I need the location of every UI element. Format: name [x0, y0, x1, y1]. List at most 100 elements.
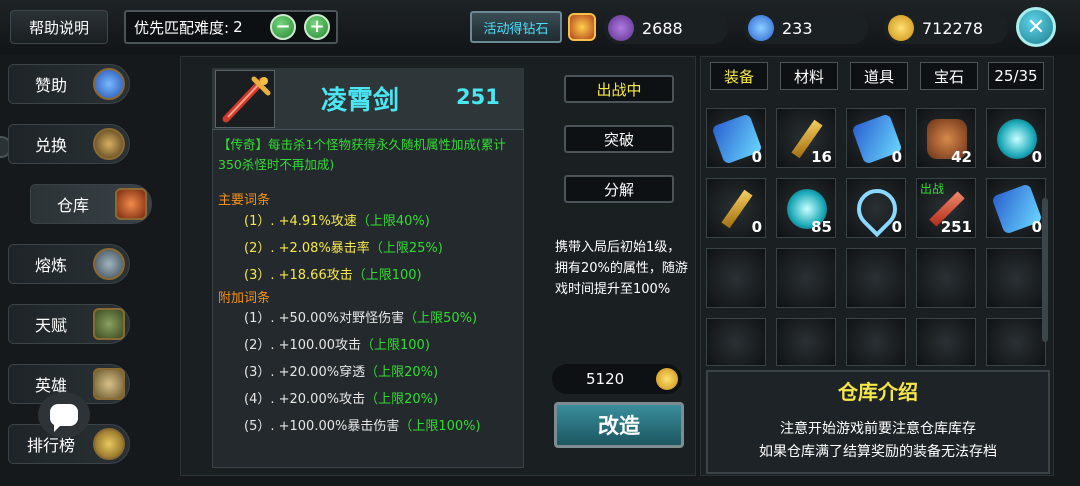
- affix-cap: （上限100): [361, 338, 430, 353]
- close-button[interactable]: ✕: [1016, 7, 1056, 47]
- sidebar-item-label: 兑换: [34, 136, 67, 155]
- sidebar-item-label: 天赋: [34, 316, 67, 335]
- slot-count: 0: [1031, 218, 1042, 236]
- empty-slot[interactable]: [986, 248, 1046, 308]
- sword-coin-value: 2688: [642, 18, 683, 38]
- empty-slot[interactable]: [706, 318, 766, 366]
- affix-cap: （上限20%): [365, 365, 439, 380]
- chat-button[interactable]: [38, 392, 90, 438]
- gold-coin-icon: [656, 368, 678, 390]
- equipped-button[interactable]: 出战中: [564, 75, 674, 103]
- sidebar-item-sponsor[interactable]: 赞助: [8, 64, 130, 104]
- tab-gems[interactable]: 宝石: [920, 62, 978, 90]
- inventory-slot[interactable]: 0: [846, 108, 906, 168]
- inventory-slot[interactable]: 42: [916, 108, 976, 168]
- chat-icon: [50, 404, 78, 432]
- legendary-effect-text: 【传奇】每击杀1个怪物获得永久随机属性加成(累计350杀怪时不再加成): [218, 137, 506, 172]
- carry-description: 携带入局后初始1级，拥有20%的属性，随游戏时间提升至100%: [555, 240, 688, 297]
- affix-value: (2）. +100.00攻击: [244, 338, 361, 353]
- gold-coin-icon: [888, 15, 914, 41]
- sidebar-item-smelt[interactable]: 熔炼: [8, 244, 130, 284]
- inventory-slot[interactable]: 0: [986, 108, 1046, 168]
- hero-scroll-icon: [93, 368, 125, 400]
- affix-cap: （上限100%): [399, 419, 481, 434]
- reforge-cost: 5120: [552, 364, 682, 394]
- help-button[interactable]: 帮助说明: [10, 10, 108, 44]
- difficulty-label: 优先匹配难度:: [134, 18, 230, 37]
- affix-cap: （上限100): [352, 268, 422, 283]
- main-affix-2: (2）. +2.08%暴击率（上限25%): [244, 237, 443, 256]
- diamond-value: 233: [782, 18, 813, 38]
- slot-count: 85: [811, 218, 832, 236]
- decrease-difficulty-button[interactable]: −: [270, 14, 296, 40]
- warehouse-info-title: 仓库介绍: [838, 380, 918, 404]
- rank-medal-icon[interactable]: [568, 13, 596, 41]
- tab-materials[interactable]: 材料: [780, 62, 838, 90]
- empty-slot[interactable]: [846, 248, 906, 308]
- slot-count: 0: [891, 148, 902, 166]
- item-name: 凌霄剑: [320, 86, 399, 116]
- reforge-button[interactable]: 改造: [554, 402, 684, 448]
- slot-count: 42: [951, 148, 972, 166]
- tab-items[interactable]: 道具: [850, 62, 908, 90]
- gold-counter: 712278: [884, 12, 1008, 44]
- item-level: 251: [456, 85, 500, 109]
- golden-staff-icon: [721, 189, 753, 229]
- affix-cap: （上限50%): [404, 311, 478, 326]
- main-affix-title: 主要词条: [218, 193, 271, 208]
- sidebar-item-label: 熔炼: [34, 256, 67, 275]
- extra-affix-1: (1）. +50.00%对野怪伤害（上限50%): [244, 307, 477, 326]
- sidebar-item-exchange[interactable]: 兑换: [8, 124, 130, 164]
- sidebar-item-warehouse[interactable]: 仓库: [30, 184, 152, 224]
- affix-value: (3）. +18.66攻击: [244, 268, 353, 283]
- empty-slot[interactable]: [776, 318, 836, 366]
- empty-slot[interactable]: [916, 248, 976, 308]
- inventory-slot[interactable]: 0: [846, 178, 906, 238]
- exchange-icon: [93, 128, 125, 160]
- extra-affix-3: (3）. +20.00%穿透（上限20%): [244, 361, 438, 380]
- inventory-slot[interactable]: 0: [706, 108, 766, 168]
- main-affix-3: (3）. +18.66攻击（上限100): [244, 264, 422, 283]
- gold-value: 712278: [922, 18, 984, 38]
- inventory-slot[interactable]: 0: [706, 178, 766, 238]
- empty-slot[interactable]: [846, 318, 906, 366]
- sidebar-item-talent[interactable]: 天赋: [8, 304, 130, 344]
- inventory-slot[interactable]: 16: [776, 108, 836, 168]
- sidebar-item-label: 仓库: [56, 196, 89, 215]
- inventory-scrollbar[interactable]: [1042, 198, 1048, 342]
- slot-count: 0: [891, 218, 902, 236]
- empty-slot[interactable]: [706, 248, 766, 308]
- event-diamond-button[interactable]: 活动得钻石: [470, 11, 562, 43]
- empty-slot[interactable]: [916, 318, 976, 366]
- slot-count: 0: [1031, 148, 1042, 166]
- smelt-icon: [93, 248, 125, 280]
- sponsor-gem-icon: [93, 68, 125, 100]
- breakthrough-button[interactable]: 突破: [564, 125, 674, 153]
- extra-affix-2: (2）. +100.00攻击（上限100): [244, 334, 430, 353]
- inventory-slot-equipped[interactable]: 出战 251: [916, 178, 976, 238]
- inventory-slot[interactable]: 0: [986, 178, 1046, 238]
- red-sword-icon: [215, 70, 275, 128]
- extra-affix-title: 附加词条: [218, 291, 271, 306]
- affix-value: (1）. +50.00%对野怪伤害: [244, 311, 405, 326]
- slot-count: 0: [751, 218, 762, 236]
- slot-count: 16: [811, 148, 832, 166]
- inventory-capacity: 25/35: [988, 62, 1044, 90]
- inventory-slot[interactable]: 85: [776, 178, 836, 238]
- affix-value: (1）. +4.91%攻速: [244, 214, 357, 229]
- slot-count: 0: [751, 148, 762, 166]
- affix-value: (4）. +20.00%攻击: [244, 392, 366, 407]
- empty-slot[interactable]: [986, 318, 1046, 366]
- diamond-icon: [748, 15, 774, 41]
- increase-difficulty-button[interactable]: +: [304, 14, 330, 40]
- diamond-counter: 233: [744, 12, 868, 44]
- warehouse-icon: [115, 188, 147, 220]
- affix-value: (5）. +100.00%暴击伤害: [244, 419, 400, 434]
- empty-slot[interactable]: [776, 248, 836, 308]
- affix-value: (2）. +2.08%暴击率: [244, 241, 370, 256]
- tab-equipment[interactable]: 装备: [710, 62, 768, 90]
- extra-affix-5: (5）. +100.00%暴击伤害（上限100%): [244, 415, 481, 434]
- dismantle-button[interactable]: 分解: [564, 175, 674, 203]
- main-affix-1: (1）. +4.91%攻速（上限40%): [244, 210, 430, 229]
- sidebar-item-label: 赞助: [34, 76, 67, 95]
